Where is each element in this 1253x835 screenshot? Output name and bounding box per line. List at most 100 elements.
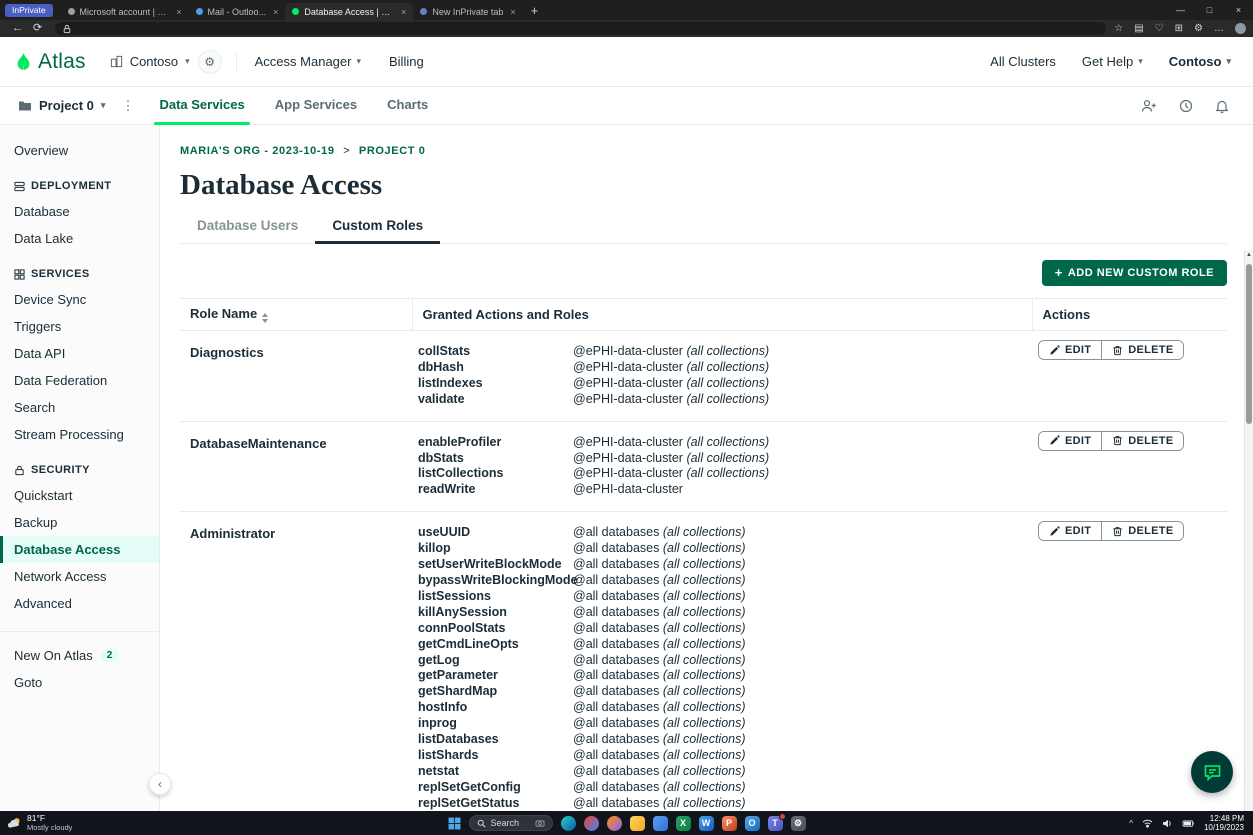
- visual-search-camera-icon[interactable]: [535, 819, 545, 827]
- user-org-menu[interactable]: Contoso▾: [1169, 54, 1231, 69]
- tab-close-icon[interactable]: ×: [510, 7, 515, 17]
- alerts-bell-icon[interactable]: [1215, 99, 1229, 113]
- collections-icon[interactable]: ▤: [1134, 24, 1143, 34]
- sort-icon[interactable]: [262, 313, 268, 323]
- edit-role-button[interactable]: EDIT: [1039, 432, 1101, 450]
- sidebar-item-database[interactable]: Database: [0, 198, 159, 225]
- breadcrumb-project-link[interactable]: PROJECT 0: [359, 145, 426, 157]
- target-text: @ePHI-data-cluster: [573, 392, 683, 406]
- sidebar-item-data-api[interactable]: Data API: [0, 340, 159, 367]
- sidebar-item-overview[interactable]: Overview: [0, 137, 159, 164]
- address-bar[interactable]: [55, 22, 1106, 35]
- close-button[interactable]: ×: [1224, 0, 1253, 20]
- profile-avatar-icon[interactable]: [1235, 23, 1246, 34]
- taskbar-app-microsoft-edge-icon[interactable]: [561, 816, 576, 831]
- browser-tab[interactable]: Microsoft account | Home×: [61, 3, 189, 20]
- page-scrollbar[interactable]: ▲ ▼: [1244, 250, 1253, 835]
- sidebar-item-data-lake[interactable]: Data Lake: [0, 225, 159, 252]
- settings-icon[interactable]: ⚙: [1194, 24, 1203, 34]
- taskbar-app-firefox-icon[interactable]: [607, 816, 622, 831]
- sidebar-item-backup[interactable]: Backup: [0, 509, 159, 536]
- chat-assistant-button[interactable]: [1191, 751, 1233, 793]
- minimize-button[interactable]: —: [1166, 0, 1195, 20]
- browser-tab[interactable]: Database Access | Cloud: Mong...×: [285, 3, 413, 20]
- refresh-icon[interactable]: ⟳: [28, 23, 47, 34]
- tab-app-services[interactable]: App Services: [260, 87, 372, 125]
- scrollbar-thumb[interactable]: [1246, 264, 1252, 424]
- sidebar-item-database-access[interactable]: Database Access: [0, 536, 159, 563]
- taskbar-app-google-chrome-icon[interactable]: [584, 816, 599, 831]
- tab-database-users[interactable]: Database Users: [180, 218, 315, 243]
- granted-action-line: killop@all databases (all collections): [418, 541, 1026, 557]
- taskbar-search-input[interactable]: Search: [469, 815, 553, 831]
- maximize-button[interactable]: □: [1195, 0, 1224, 20]
- project-selector[interactable]: Project 0 ▾: [18, 98, 105, 113]
- scroll-up-icon[interactable]: ▲: [1245, 252, 1253, 258]
- sidebar-item-goto[interactable]: Goto: [0, 669, 159, 696]
- sidebar: OverviewDEPLOYMENTDatabaseData LakeSERVI…: [0, 125, 160, 811]
- access-manager-menu[interactable]: Access Manager▾: [255, 54, 361, 69]
- add-new-custom-role-button[interactable]: + ADD NEW CUSTOM ROLE: [1042, 260, 1227, 286]
- sidebar-item-new-on-atlas[interactable]: New On Atlas2: [0, 642, 159, 669]
- action-target: @all databases (all collections): [573, 748, 746, 764]
- tab-custom-roles[interactable]: Custom Roles: [315, 218, 440, 243]
- new-tab-button[interactable]: +: [531, 3, 539, 18]
- tab-charts[interactable]: Charts: [372, 87, 443, 125]
- taskbar-clock[interactable]: 12:48 PM 10/19/2023: [1204, 814, 1244, 833]
- delete-role-button[interactable]: DELETE: [1101, 432, 1183, 450]
- taskbar-app-settings-icon[interactable]: ⚙: [791, 816, 806, 831]
- taskbar-app-powerpoint-icon[interactable]: P: [722, 816, 737, 831]
- taskbar-app-microsoft-store-icon[interactable]: [653, 816, 668, 831]
- favorites-icon[interactable]: ☆: [1114, 24, 1123, 34]
- granted-action-line: replSetGetStatus@all databases (all coll…: [418, 796, 1026, 811]
- project-kebab-menu-icon[interactable]: ⋮: [121, 98, 134, 114]
- tab-data-services[interactable]: Data Services: [144, 87, 259, 125]
- sidebar-collapse-icon[interactable]: ‹: [149, 773, 171, 795]
- edit-role-button[interactable]: EDIT: [1039, 522, 1101, 540]
- browser-tab[interactable]: Mail - Outloo...×: [189, 3, 286, 20]
- back-icon[interactable]: ←: [7, 23, 28, 34]
- taskbar-app-outlook-icon[interactable]: O: [745, 816, 760, 831]
- browser-tab[interactable]: New InPrivate tab×: [413, 3, 522, 20]
- breadcrumb-org-link[interactable]: MARIA'S ORG - 2023-10-19: [180, 145, 335, 157]
- sidebar-item-quickstart[interactable]: Quickstart: [0, 482, 159, 509]
- volume-icon[interactable]: [1162, 819, 1173, 828]
- taskbar-app-file-explorer-icon[interactable]: [630, 816, 645, 831]
- tab-close-icon[interactable]: ×: [401, 7, 406, 17]
- activity-feed-icon[interactable]: [1179, 99, 1193, 113]
- more-menu-icon[interactable]: …: [1214, 24, 1224, 34]
- tab-close-icon[interactable]: ×: [176, 7, 181, 17]
- split-screen-icon[interactable]: ⊞: [1175, 24, 1183, 34]
- all-clusters-link[interactable]: All Clusters: [990, 54, 1056, 69]
- sidebar-item-search[interactable]: Search: [0, 394, 159, 421]
- tab-close-icon[interactable]: ×: [273, 7, 278, 17]
- billing-link[interactable]: Billing: [389, 54, 424, 69]
- sidebar-item-stream-processing[interactable]: Stream Processing: [0, 421, 159, 448]
- browser-essentials-icon[interactable]: ♡: [1155, 24, 1164, 34]
- battery-icon[interactable]: [1182, 820, 1195, 827]
- edit-role-button[interactable]: EDIT: [1039, 341, 1101, 359]
- org-selector[interactable]: Contoso ▾: [110, 54, 190, 69]
- column-header-role-name[interactable]: Role Name: [180, 299, 412, 331]
- taskbar-app-excel-icon[interactable]: X: [676, 816, 691, 831]
- invite-user-icon[interactable]: [1141, 99, 1157, 113]
- sidebar-item-network-access[interactable]: Network Access: [0, 563, 159, 590]
- delete-role-button[interactable]: DELETE: [1101, 341, 1183, 359]
- wifi-icon[interactable]: [1142, 819, 1153, 828]
- sidebar-item-advanced[interactable]: Advanced: [0, 590, 159, 617]
- hidden-icons-chevron-icon[interactable]: ^: [1129, 819, 1133, 828]
- sidebar-item-data-federation[interactable]: Data Federation: [0, 367, 159, 394]
- sidebar-item-triggers[interactable]: Triggers: [0, 313, 159, 340]
- weather-widget[interactable]: 81°F Mostly cloudy: [0, 814, 72, 832]
- delete-role-button[interactable]: DELETE: [1101, 522, 1183, 540]
- edit-label: EDIT: [1065, 435, 1091, 447]
- start-button-icon[interactable]: [448, 817, 461, 830]
- table-row: DatabaseMaintenanceenableProfiler@ePHI-d…: [180, 421, 1227, 512]
- atlas-logo[interactable]: Atlas: [14, 50, 86, 74]
- taskbar-app-word-icon[interactable]: W: [699, 816, 714, 831]
- taskbar-app-teams-icon[interactable]: T: [768, 816, 783, 831]
- get-help-menu[interactable]: Get Help▾: [1082, 54, 1143, 69]
- org-settings-gear-icon[interactable]: ⚙: [198, 50, 222, 74]
- sidebar-item-device-sync[interactable]: Device Sync: [0, 286, 159, 313]
- granted-actions-cell: collStats@ePHI-data-cluster (all collect…: [412, 331, 1032, 422]
